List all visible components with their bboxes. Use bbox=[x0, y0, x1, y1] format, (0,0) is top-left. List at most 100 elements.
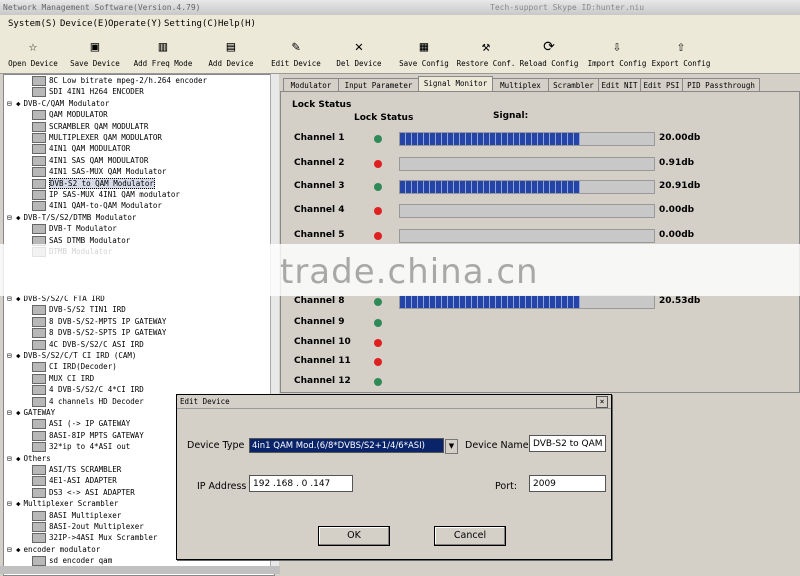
tree-label: DVB-S/S2 TIN1 IRD bbox=[49, 305, 126, 315]
tree-item[interactable]: SDI 4IN1 H264 ENCODER bbox=[32, 87, 144, 98]
tree-group[interactable]: ⊟ ◆ Others bbox=[7, 454, 51, 465]
expand-toggle-icon[interactable]: ⊟ ◆ bbox=[7, 545, 21, 554]
tree-item[interactable]: 4 DVB-S/S2/C 4*CI IRD bbox=[32, 385, 144, 396]
tree-item[interactable]: 8ASI Multiplexer bbox=[32, 510, 121, 522]
device-icon bbox=[32, 419, 46, 430]
tree-item[interactable]: ASI (-> IP GATEWAY bbox=[32, 419, 130, 430]
title-bar: Network Management Software(Version.4.79… bbox=[0, 0, 800, 15]
ok-button[interactable]: OK bbox=[318, 526, 390, 546]
tree-item[interactable]: ASI/TS SCRAMBLER bbox=[32, 465, 121, 476]
tab-modulator[interactable]: Modulator bbox=[283, 78, 339, 92]
tree-label: DVB-C/QAM Modulator bbox=[23, 98, 110, 108]
menu-setting[interactable]: Setting(C) bbox=[164, 19, 218, 29]
tree-label: 4 DVB-S/S2/C 4*CI IRD bbox=[49, 385, 144, 395]
toolbar-label: Save Config bbox=[399, 59, 449, 68]
tree-group[interactable]: ⊟ ◆ encoder modulator bbox=[7, 545, 100, 556]
tree-item[interactable]: 8 DVB-S/S2-SPTS IP GATEWAY bbox=[32, 328, 166, 339]
menu-device[interactable]: Device(E) bbox=[60, 19, 109, 29]
tree-item[interactable]: MUX CI IRD bbox=[32, 373, 94, 385]
tree-item[interactable]: 4 channels HD Decoder bbox=[32, 396, 144, 408]
tree-item[interactable]: IP SAS-MUX 4IN1 QAM modulator bbox=[32, 190, 180, 201]
tree-item[interactable]: 8ASI-8IP MPTS GATEWAY bbox=[32, 430, 144, 442]
tree-item[interactable]: DVB-S2 to QAM Modulator bbox=[32, 177, 155, 190]
tree-item[interactable]: CI IRD(Decoder) bbox=[32, 362, 117, 373]
tree-label: GATEWAY bbox=[23, 408, 56, 417]
restore-conf-button[interactable]: ⚒ Restore Conf. bbox=[455, 33, 517, 73]
tree-item[interactable]: 4E1-ASI ADAPTER bbox=[32, 476, 117, 487]
edit-device-button[interactable]: ✎ Edit Device bbox=[265, 33, 327, 73]
tree-item[interactable]: 8 DVB-S/S2-MPTS IP GATEWAY bbox=[32, 316, 166, 328]
tree-group[interactable]: ⊟ ◆ Multiplexer Scrambler bbox=[7, 499, 118, 510]
tree-label: DVB-S/S2/C/T CI IRD (CAM) bbox=[23, 351, 137, 360]
add-freq-mode-button[interactable]: ▥ Add Freq Mode bbox=[132, 33, 194, 73]
delete-device-icon: ✕ bbox=[354, 39, 364, 55]
device-icon bbox=[32, 190, 46, 200]
expand-toggle-icon[interactable]: ⊟ ◆ bbox=[7, 99, 21, 108]
device-type-select[interactable]: 4in1 QAM Mod.(6/8*DVBS/S2+1/4/6*ASI) bbox=[249, 438, 444, 453]
tree-item[interactable]: 4IN1 SAS QAM MODULATOR bbox=[32, 155, 148, 167]
tree-label: SCRAMBLER QAM MODULATR bbox=[49, 121, 149, 131]
cancel-button[interactable]: Cancel bbox=[434, 526, 506, 546]
save-device-button[interactable]: ▣ Save Device bbox=[64, 33, 126, 73]
tab-edit-psi[interactable]: Edit PSI bbox=[640, 78, 683, 92]
menu-help[interactable]: Help(H) bbox=[218, 19, 256, 29]
device-icon bbox=[32, 487, 46, 498]
close-icon[interactable]: × bbox=[596, 396, 608, 408]
tab-scrambler[interactable]: Scrambler bbox=[548, 78, 599, 92]
device-icon bbox=[32, 305, 46, 316]
toolbar-label: Export Config bbox=[651, 59, 711, 68]
chevron-down-icon[interactable]: ▼ bbox=[445, 439, 458, 454]
del-device-button[interactable]: ✕ Del Device bbox=[328, 33, 390, 73]
lock-indicator-red bbox=[374, 232, 382, 240]
expand-toggle-icon[interactable]: ⊟ ◆ bbox=[7, 499, 21, 508]
tree-item[interactable]: QAM MODULATOR bbox=[32, 110, 108, 121]
tree-item[interactable]: 8C Low bitrate mpeg-2/h.264 encoder bbox=[32, 76, 207, 87]
add-device-button[interactable]: ▤ Add Device bbox=[200, 33, 262, 73]
tree-bottom-tabs[interactable] bbox=[0, 566, 280, 574]
tab-input-parameter[interactable]: Input Parameter bbox=[338, 78, 419, 92]
tree-item[interactable]: 8ASI-2out Multiplexer bbox=[32, 522, 144, 533]
tree-group[interactable]: ⊟ ◆ GATEWAY bbox=[7, 408, 55, 419]
save-config-button[interactable]: ▦ Save Config bbox=[393, 33, 455, 73]
tree-label: ASI (-> IP GATEWAY bbox=[49, 419, 131, 429]
menu-system[interactable]: System(S) bbox=[8, 19, 57, 29]
tree-group[interactable]: ⊟ ◆ DVB-T/S/S2/DTMB Modulator bbox=[7, 213, 136, 224]
save-device-icon: ▣ bbox=[90, 39, 100, 55]
device-icon bbox=[32, 430, 46, 441]
tree-item[interactable]: 32*ip to 4*ASI out bbox=[32, 442, 130, 453]
device-icon bbox=[32, 442, 46, 453]
watermark-band: trade.china.cn bbox=[0, 244, 800, 296]
open-device-button[interactable]: ☆ Open Device bbox=[2, 33, 64, 73]
tree-item[interactable]: 4C DVB-S/S2/C ASI IRD bbox=[32, 339, 144, 351]
expand-toggle-icon[interactable]: ⊟ ◆ bbox=[7, 213, 21, 222]
tree-item[interactable]: SCRAMBLER QAM MODULATR bbox=[32, 121, 149, 133]
ip-address-input[interactable]: 192 .168 . 0 .147 bbox=[249, 475, 353, 492]
add-freq-mode-icon: ▥ bbox=[158, 39, 168, 55]
channel-label: Channel 8 bbox=[294, 296, 345, 306]
reload-config-button[interactable]: ⟳ Reload Config bbox=[518, 33, 580, 73]
tab-edit-nit[interactable]: Edit NIT bbox=[598, 78, 641, 92]
tree-item[interactable]: 4IN1 QAM-to-QAM Modulator bbox=[32, 201, 162, 212]
import-config-button[interactable]: ⇩ Import Config bbox=[586, 33, 648, 73]
tree-item[interactable]: DS3 <-> ASI ADAPTER bbox=[32, 487, 135, 499]
tree-item[interactable]: MULTIPLEXER QAM MODULATOR bbox=[32, 133, 162, 144]
tree-group[interactable]: ⊟ ◆ DVB-S/S2/C/T CI IRD (CAM) bbox=[7, 351, 136, 362]
tree-item[interactable]: 32IP->4ASI Mux Scrambler bbox=[32, 533, 157, 544]
expand-toggle-icon[interactable]: ⊟ ◆ bbox=[7, 454, 21, 463]
tree-item[interactable]: 4IN1 QAM MODULATOR bbox=[32, 144, 130, 155]
export-config-button[interactable]: ⇧ Export Config bbox=[650, 33, 712, 73]
tab-multiplex[interactable]: Multiplex bbox=[492, 78, 549, 92]
expand-toggle-icon[interactable]: ⊟ ◆ bbox=[7, 351, 21, 360]
menu-operate[interactable]: Operate(Y) bbox=[108, 19, 162, 29]
tree-item[interactable]: DVB-S/S2 TIN1 IRD bbox=[32, 305, 126, 316]
tree-item[interactable]: DVB-T Modulator bbox=[32, 224, 117, 235]
tree-group[interactable]: ⊟ ◆ DVB-C/QAM Modulator bbox=[7, 99, 109, 110]
expand-toggle-icon[interactable]: ⊟ ◆ bbox=[7, 408, 21, 417]
device-name-input[interactable]: DVB-S2 to QAM bbox=[529, 435, 606, 452]
restore-config-icon: ⚒ bbox=[481, 39, 491, 55]
tree-item[interactable]: 4IN1 SAS-MUX QAM Modulator bbox=[32, 167, 166, 178]
port-input[interactable]: 2009 bbox=[529, 475, 606, 492]
tab-pid-passthrough[interactable]: PID Passthrough bbox=[682, 78, 760, 92]
toolbar-label: Del Device bbox=[336, 59, 382, 68]
signal-bar-fill bbox=[400, 296, 581, 308]
